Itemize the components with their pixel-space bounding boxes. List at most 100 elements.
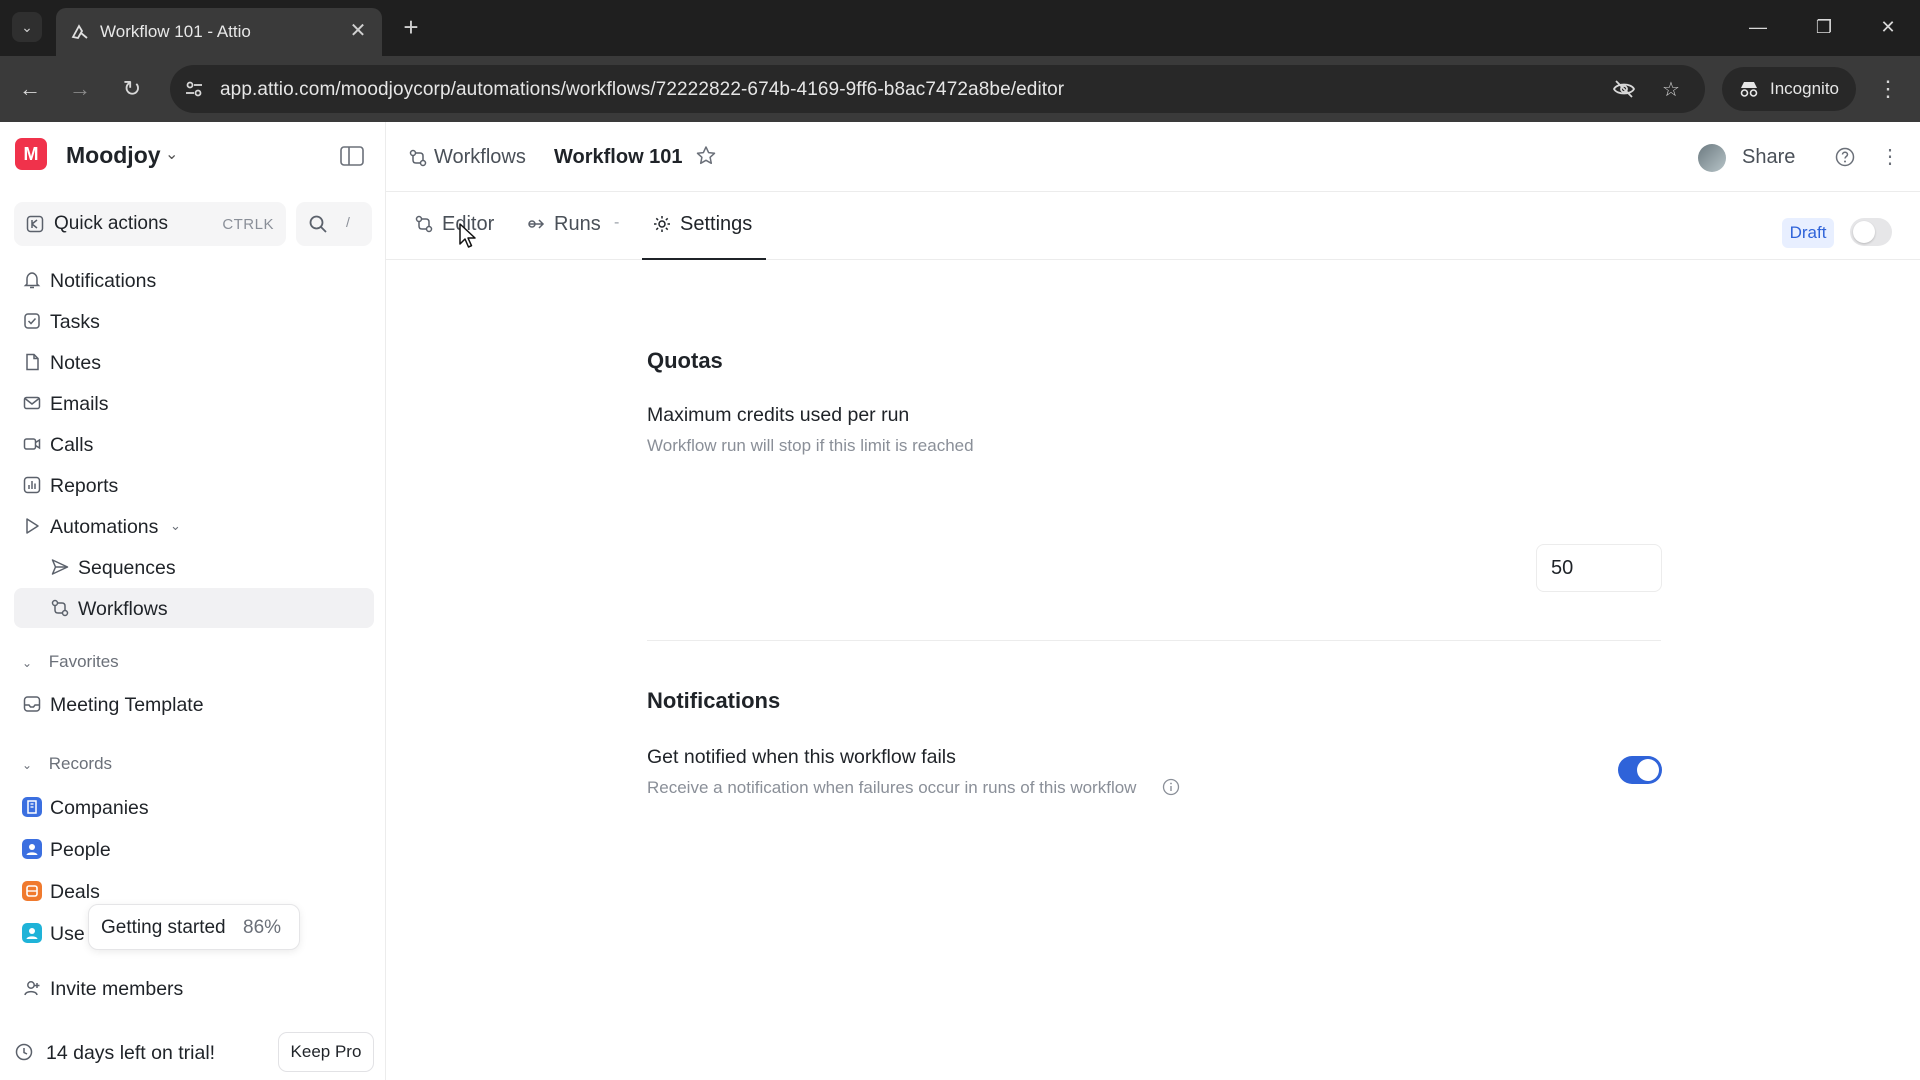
sidebar-item-label: Use xyxy=(50,923,85,945)
sidebar-item-label: Notifications xyxy=(50,270,157,292)
companies-icon xyxy=(22,797,42,817)
sidebar-item-label: Automations xyxy=(50,516,159,538)
toggle-knob xyxy=(1853,221,1875,243)
template-icon xyxy=(23,696,41,712)
avatar[interactable] xyxy=(1698,144,1726,172)
sidebar-item-notes[interactable]: Notes xyxy=(14,342,374,382)
trial-label: 14 days left on trial! xyxy=(46,1042,216,1064)
sidebar-item-notifications[interactable]: Notifications xyxy=(14,260,374,300)
favorite-star-icon[interactable] xyxy=(694,144,718,168)
sidebar-item-label: Sequences xyxy=(78,557,176,579)
max-credits-input[interactable]: 50 xyxy=(1536,544,1662,592)
runs-icon xyxy=(528,219,545,229)
chevron-down-icon[interactable]: ⌄ xyxy=(22,656,44,670)
workspace-logo[interactable]: M xyxy=(15,138,47,170)
keep-pro-button[interactable]: Keep Pro xyxy=(278,1032,374,1072)
quick-actions-button[interactable]: Quick actions CTRLK xyxy=(14,202,286,246)
mail-icon xyxy=(23,396,41,410)
mouse-cursor-icon xyxy=(459,223,476,248)
sidebar-item-label: Companies xyxy=(50,797,149,819)
sidebar: M Moodjoy ⌄ Quick actions CTRLK / Notifi… xyxy=(0,122,386,1080)
more-options-icon[interactable]: ⋮ xyxy=(1880,144,1900,169)
tab-runs[interactable]: Runs - xyxy=(520,204,632,244)
browser-tab[interactable]: Workflow 101 - Attio ✕ xyxy=(56,8,382,56)
tab-title: Workflow 101 - Attio xyxy=(100,22,251,41)
main-panel: Workflows Workflow 101 Share ⋮ Editor Ru… xyxy=(386,122,1920,1080)
browser-menu-icon[interactable]: ⋮ xyxy=(1872,73,1904,105)
quotas-heading: Quotas xyxy=(647,348,723,373)
sidebar-item-companies[interactable]: Companies xyxy=(14,787,374,827)
notifications-heading: Notifications xyxy=(647,688,781,713)
tab-settings[interactable]: Settings xyxy=(642,204,766,244)
sidebar-item-calls[interactable]: Calls xyxy=(14,424,374,464)
section-divider xyxy=(647,640,1661,641)
video-icon xyxy=(23,438,41,450)
address-bar[interactable]: app.attio.com/moodjoycorp/automations/wo… xyxy=(170,65,1705,113)
close-window-icon[interactable]: ✕ xyxy=(1868,12,1908,42)
getting-started-pill[interactable]: Getting started 86% xyxy=(88,904,300,950)
browser-toolbar: ← → ↻ app.attio.com/moodjoycorp/automati… xyxy=(0,56,1920,122)
eye-off-icon[interactable] xyxy=(1611,77,1637,103)
sidebar-item-reports[interactable]: Reports xyxy=(14,465,374,505)
sidebar-item-label: People xyxy=(50,839,111,861)
records-section-header[interactable]: ⌄ Records xyxy=(22,754,112,774)
sidebar-item-label: Reports xyxy=(50,475,119,497)
note-icon xyxy=(26,353,39,371)
clock-icon xyxy=(15,1043,33,1061)
publish-toggle[interactable] xyxy=(1850,218,1892,246)
play-icon xyxy=(26,518,39,534)
favorites-label: Favorites xyxy=(48,652,119,671)
sidebar-item-sequences[interactable]: Sequences xyxy=(14,547,374,587)
records-label: Records xyxy=(48,754,113,773)
forward-icon[interactable]: → xyxy=(64,73,96,105)
restore-icon[interactable]: ❐ xyxy=(1804,12,1844,42)
invite-members-label: Invite members xyxy=(50,978,184,1000)
search-button[interactable]: / xyxy=(296,202,372,246)
quick-actions-label: Quick actions xyxy=(54,213,169,234)
sidebar-item-emails[interactable]: Emails xyxy=(14,383,374,423)
back-icon[interactable]: ← xyxy=(14,73,46,105)
chevron-down-icon[interactable]: ⌄ xyxy=(165,144,178,164)
notify-on-failure-toggle[interactable] xyxy=(1618,756,1662,784)
runs-count-dash: - xyxy=(614,214,620,231)
tab-bar: Editor Runs - Settings Draft xyxy=(386,192,1920,260)
breadcrumb-workflows[interactable]: Workflows xyxy=(434,146,526,169)
favorites-section-header[interactable]: ⌄ Favorites xyxy=(22,652,119,672)
sidebar-item-label: Deals xyxy=(50,881,100,903)
url-text[interactable]: app.attio.com/moodjoycorp/automations/wo… xyxy=(220,79,1064,101)
sidebar-item-tasks[interactable]: Tasks xyxy=(14,301,374,341)
sidebar-item-workflows[interactable]: Workflows xyxy=(14,588,374,628)
active-tab-indicator xyxy=(642,258,766,260)
sidebar-item-label: Workflows xyxy=(78,598,168,620)
tab-close-icon[interactable]: ✕ xyxy=(346,18,370,43)
sidebar-item-meeting-template[interactable]: Meeting Template xyxy=(14,684,374,724)
page-header: Workflows Workflow 101 Share ⋮ xyxy=(386,122,1920,192)
chevron-down-icon[interactable]: ⌄ xyxy=(22,758,44,772)
sidebar-item-people[interactable]: People xyxy=(14,829,374,869)
new-tab-icon[interactable]: + xyxy=(396,12,426,42)
page-title[interactable]: Workflow 101 xyxy=(554,146,683,169)
share-button[interactable]: Share xyxy=(1742,146,1795,169)
workflow-icon xyxy=(409,149,427,167)
site-settings-icon[interactable] xyxy=(182,77,206,101)
attio-favicon-icon xyxy=(71,24,88,40)
checkbox-icon xyxy=(24,313,40,329)
invite-user-icon xyxy=(24,981,40,996)
browser-tabstrip: ⌄ Workflow 101 - Attio ✕ + — ❐ ✕ xyxy=(0,0,1920,56)
tab-search-chevron-icon[interactable]: ⌄ xyxy=(12,12,42,42)
minimize-icon[interactable]: — xyxy=(1738,12,1778,42)
incognito-indicator[interactable]: Incognito xyxy=(1722,67,1856,111)
bookmark-star-icon[interactable]: ☆ xyxy=(1658,77,1684,103)
invite-members-button[interactable]: Invite members xyxy=(14,968,374,1008)
sidebar-item-automations[interactable]: Automations ⌄ xyxy=(14,506,374,546)
help-icon[interactable] xyxy=(1834,146,1856,168)
bell-icon xyxy=(23,272,41,289)
gear-icon xyxy=(654,216,670,232)
workspace-name[interactable]: Moodjoy xyxy=(66,142,161,169)
sidebar-toggle-icon[interactable] xyxy=(340,146,364,166)
chevron-down-icon[interactable]: ⌄ xyxy=(170,518,181,534)
reload-icon[interactable]: ↻ xyxy=(116,73,148,105)
info-icon[interactable] xyxy=(1162,778,1180,796)
incognito-label: Incognito xyxy=(1770,79,1839,98)
max-credits-description: Workflow run will stop if this limit is … xyxy=(647,436,974,455)
